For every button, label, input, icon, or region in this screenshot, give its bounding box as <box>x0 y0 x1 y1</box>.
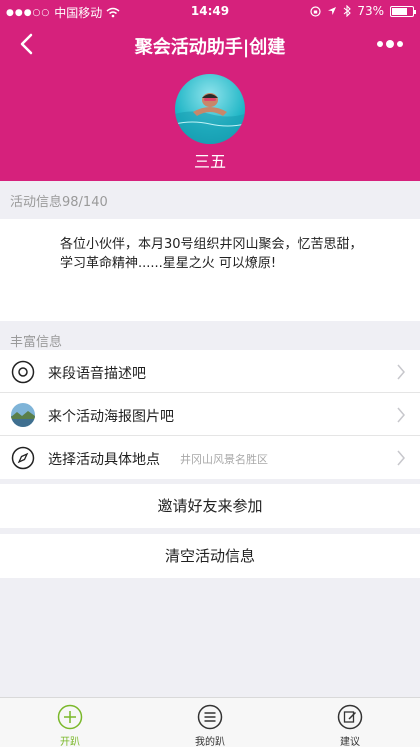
voice-description-row[interactable]: 来段语音描述吧 <box>0 350 420 393</box>
chevron-right-icon <box>397 364 405 380</box>
tab-start-party[interactable]: 开趴 <box>0 698 140 747</box>
status-right: 73% <box>310 4 416 18</box>
battery-icon <box>390 5 416 17</box>
description-text[interactable]: 各位小伙伴，本月30号组织井冈山聚会，忆苦思甜，学习革命精神......星星之火… <box>60 235 370 273</box>
orientation-lock-icon <box>310 5 321 17</box>
profile-header: 三五 <box>0 66 420 181</box>
edit-circle-icon <box>337 704 363 730</box>
tab-label: 我的趴 <box>195 737 225 747</box>
more-button[interactable] <box>370 30 410 58</box>
description-counter-label: 活动信息98/140 <box>10 195 108 210</box>
battery-percent: 73% <box>357 4 384 18</box>
add-circle-icon <box>57 704 83 730</box>
chevron-right-icon <box>397 450 405 466</box>
menu-circle-icon <box>197 704 223 730</box>
poster-image-label: 来个活动海报图片吧 <box>48 409 174 425</box>
invite-friends-button[interactable]: 邀请好友来参加 <box>0 484 420 528</box>
location-label: 选择活动具体地点 <box>48 452 160 468</box>
avatar[interactable] <box>175 74 245 144</box>
more-icon <box>377 40 403 48</box>
location-row[interactable]: 选择活动具体地点 井冈山风景名胜区 <box>0 436 420 479</box>
extras-section-label: 丰富信息 <box>10 335 63 350</box>
record-icon <box>11 360 35 384</box>
poster-thumbnail-icon <box>11 403 35 427</box>
location-icon <box>328 7 337 15</box>
page-title: 聚会活动助手|创建 <box>134 37 286 58</box>
status-bar: ●●●○○ 中国移动 14:49 73% <box>0 0 420 22</box>
username: 三五 <box>193 152 226 171</box>
tab-my-parties[interactable]: 我的趴 <box>140 698 280 747</box>
tab-bar: 开趴 我的趴 建议 <box>0 697 420 747</box>
tab-label: 建议 <box>340 737 360 747</box>
tab-label: 开趴 <box>60 737 80 747</box>
nav-bar: 聚会活动助手|创建 <box>0 22 420 66</box>
swimmer-photo-icon <box>175 93 245 144</box>
bluetooth-icon <box>343 5 352 17</box>
location-value: 井冈山风景名胜区 <box>180 453 268 466</box>
description-box[interactable]: 各位小伙伴，本月30号组织井冈山聚会，忆苦思甜，学习革命精神......星星之火… <box>0 219 420 321</box>
tab-suggestions[interactable]: 建议 <box>280 698 420 747</box>
chevron-right-icon <box>397 407 405 423</box>
extras-list: 来段语音描述吧 来个活动海报图片吧 选择活动具体地点 井冈山风景名胜区 <box>0 350 420 479</box>
voice-description-label: 来段语音描述吧 <box>48 366 146 382</box>
compass-icon <box>11 446 35 470</box>
clear-activity-button[interactable]: 清空活动信息 <box>0 534 420 578</box>
poster-image-row[interactable]: 来个活动海报图片吧 <box>0 393 420 436</box>
